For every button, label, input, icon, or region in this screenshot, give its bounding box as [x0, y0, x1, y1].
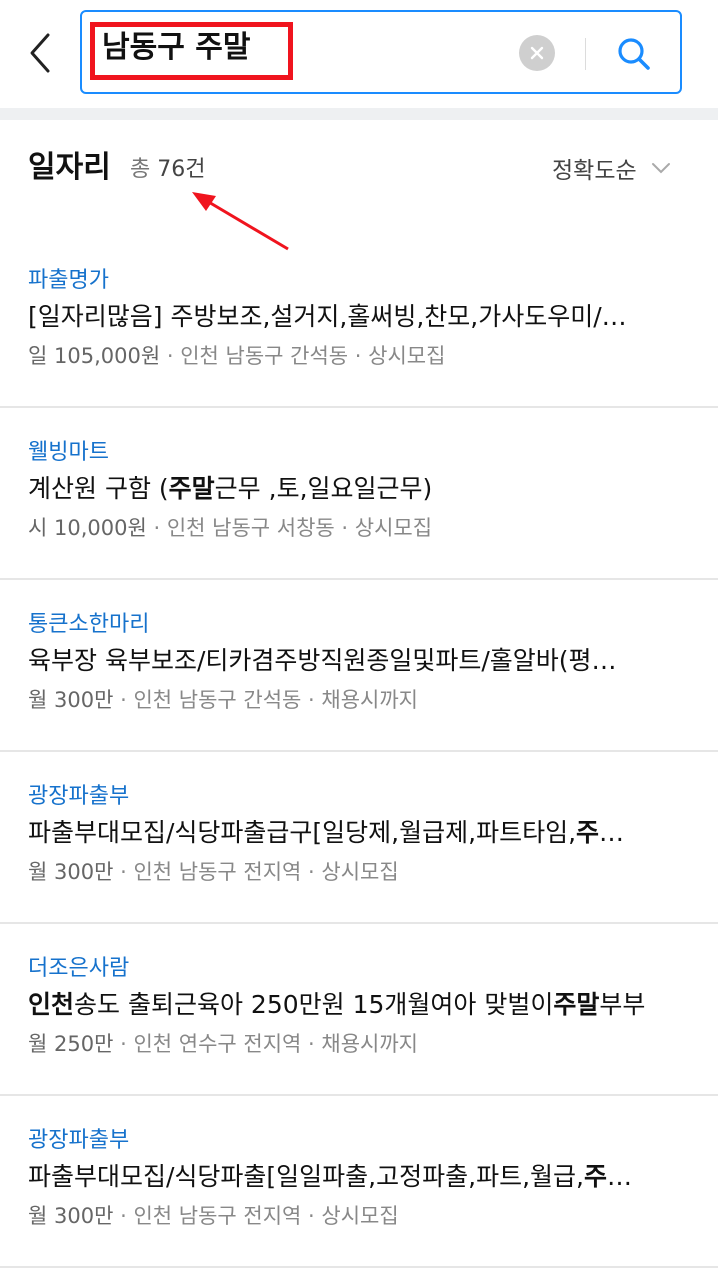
job-list-item[interactable]: 파출명가 [일자리많음] 주방보조,설거지,홀써빙,찬모,가사도우미/… 일 105…: [0, 236, 718, 408]
result-count: 총 76건: [130, 157, 206, 182]
search-icon: [618, 38, 650, 70]
job-location: 인천 남동구 전지역: [133, 1204, 302, 1228]
job-meta: 월 250만 · 인천 연수구 전지역 · 채용시까지: [28, 1032, 418, 1056]
job-deadline: 상시모집: [321, 1204, 399, 1228]
job-list-item[interactable]: 웰빙마트계산원 구함 (주말근무 ,토,일요일근무) 시 10,000원 · 인천…: [0, 408, 718, 580]
job-deadline: 상시모집: [321, 860, 399, 884]
section-title: 일자리: [28, 150, 111, 185]
company-name: 통큰소한마리: [28, 612, 150, 637]
job-list-item[interactable]: 광장파출부파출부대모집/식당파출급구[일당제,월급제,파트타임,주… 월 300만…: [0, 752, 718, 924]
job-meta: 월 300만 · 인천 남동구 전지역 · 상시모집: [28, 860, 399, 884]
chevron-down-icon: [651, 163, 670, 174]
job-pay: 월 300만: [28, 1204, 114, 1228]
company-name: 더조은사람: [28, 956, 130, 981]
job-pay: 시 10,000원: [28, 516, 147, 540]
search-button[interactable]: [612, 32, 656, 76]
job-title: [일자리많음] 주방보조,설거지,홀써빙,찬모,가사도우미/…: [28, 302, 627, 331]
search-divider: [585, 38, 586, 70]
company-name: 광장파출부: [28, 1128, 130, 1153]
job-title: 계산원 구함 (주말근무 ,토,일요일근무): [28, 474, 433, 503]
job-pay: 월 250만: [28, 1032, 114, 1056]
job-location: 인천 연수구 전지역: [133, 1032, 302, 1056]
results-header: 일자리 총 76건 정확도순: [0, 120, 718, 220]
job-location: 인천 남동구 전지역: [133, 860, 302, 884]
back-chevron-icon: [30, 33, 50, 73]
job-title: 육부장 육부보조/티카겸주방직원종일및파트/홀알바(평…: [28, 646, 617, 675]
job-list-item[interactable]: 광장파출부파출부대모집/식당파출[일일파출,고정파출,파트,월급,주… 월 300…: [0, 1096, 718, 1268]
job-meta: 월 300만 · 인천 남동구 전지역 · 상시모집: [28, 1204, 399, 1228]
job-pay: 월 300만: [28, 688, 114, 712]
job-meta: 시 10,000원 · 인천 남동구 서창동 · 상시모집: [28, 516, 433, 540]
company-name: 웰빙마트: [28, 440, 109, 465]
job-location: 인천 남동구 서창동: [166, 516, 335, 540]
job-meta: 일 105,000원 · 인천 남동구 간석동 · 상시모집: [28, 344, 446, 368]
company-name: 파출명가: [28, 268, 109, 293]
job-title: 파출부대모집/식당파출급구[일당제,월급제,파트타임,주…: [28, 818, 625, 847]
job-meta: 월 300만 · 인천 남동구 간석동 · 채용시까지: [28, 688, 418, 712]
job-title: 인천송도 출퇴근육아 250만원 15개월여아 맞벌이주말부부: [28, 990, 646, 1019]
job-list-item[interactable]: 통큰소한마리육부장 육부보조/티카겸주방직원종일및파트/홀알바(평… 월 300만…: [0, 580, 718, 752]
job-deadline: 채용시까지: [321, 1032, 418, 1056]
job-deadline: 상시모집: [368, 344, 446, 368]
job-deadline: 상시모집: [354, 516, 433, 540]
search-header: 남동구 주말: [0, 0, 718, 108]
job-pay: 월 300만: [28, 860, 114, 884]
clear-button[interactable]: [519, 35, 555, 71]
search-input[interactable]: 남동구 주말: [80, 10, 682, 94]
back-button[interactable]: [22, 26, 58, 80]
job-list-item[interactable]: 더조은사람인천송도 출퇴근육아 250만원 15개월여아 맞벌이주말부부월 25…: [0, 924, 718, 1096]
job-pay: 일 105,000원: [28, 344, 161, 368]
job-deadline: 채용시까지: [321, 688, 418, 712]
sort-label: 정확도순: [552, 158, 637, 184]
clear-icon: [530, 46, 544, 60]
job-list: 파출명가 [일자리많음] 주방보조,설거지,홀써빙,찬모,가사도우미/… 일 105…: [0, 236, 718, 1268]
search-query-text: 남동구 주말: [102, 30, 251, 65]
company-name: 광장파출부: [28, 784, 130, 809]
section-gap: [0, 108, 718, 120]
job-location: 인천 남동구 간석동: [133, 688, 302, 712]
job-location: 인천 남동구 간석동: [180, 344, 349, 368]
job-title: 파출부대모집/식당파출[일일파출,고정파출,파트,월급,주…: [28, 1162, 632, 1191]
sort-dropdown[interactable]: 정확도순: [552, 150, 671, 186]
